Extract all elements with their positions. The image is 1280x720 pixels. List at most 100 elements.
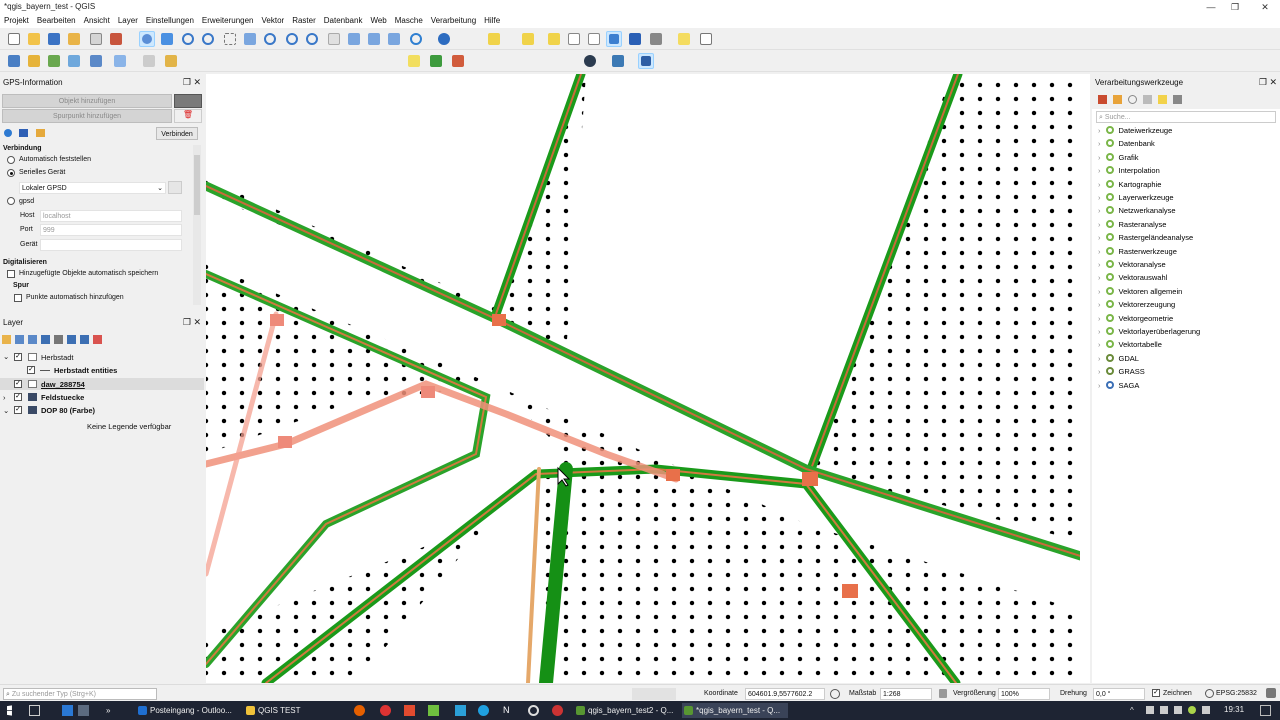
chevron-right-icon[interactable]: › [1098,327,1101,336]
map-tips-icon[interactable] [676,31,692,47]
processing-provider-item[interactable]: › Vektoren allgemein [1098,286,1182,299]
filter-expression-icon[interactable] [54,335,63,344]
dop-visibility-checkbox[interactable]: ✓ [14,406,22,414]
pan-map-icon[interactable] [139,31,155,47]
expand-all-icon[interactable] [67,335,76,344]
menu-hilfe[interactable]: Hilfe [480,14,504,28]
style-manager-icon[interactable] [108,31,124,47]
zoom-last-icon[interactable] [326,31,342,47]
toggle-editing-icon[interactable] [141,53,157,69]
notifications-icon[interactable] [1260,705,1271,716]
zoom-in-icon[interactable] [180,31,196,47]
processing-provider-item[interactable]: › Grafik [1098,152,1139,165]
chevron-right-icon[interactable]: › [1098,273,1101,282]
python-icon[interactable] [610,53,626,69]
layer-name-feldstuecke[interactable]: Feldstuecke [41,393,84,402]
firefox-icon[interactable] [354,705,365,716]
gpsd-radio[interactable] [7,197,15,205]
chevron-right-icon[interactable]: › [1098,139,1101,148]
chevron-right-icon[interactable]: › [1098,314,1101,323]
rotation-field[interactable]: 0,0 ° [1093,688,1145,700]
gps-globe-icon[interactable] [582,53,598,69]
chevron-right-icon[interactable]: › [1098,233,1101,242]
processing-provider-item[interactable]: › Datenbank [1098,139,1155,151]
processing-panel-controls[interactable]: ❐ ✕ [1259,77,1277,88]
pan-to-selection-icon[interactable] [159,31,175,47]
menu-einstellungen[interactable]: Einstellungen [142,14,198,28]
deselect-icon[interactable] [546,31,562,47]
close-button[interactable]: ✕ [1242,0,1280,14]
task-outlook[interactable]: Posteingang - Outloo... [136,703,240,718]
text-annotation-icon[interactable] [698,31,714,47]
signal-chart-icon[interactable] [19,129,28,137]
herbstadt-entities-checkbox[interactable]: ✓ [27,366,35,374]
manage-map-themes-icon[interactable] [28,335,37,344]
history-icon[interactable] [1128,95,1137,104]
open-project-icon[interactable] [26,31,42,47]
notepad-icon[interactable] [428,705,439,716]
chevron-right-icon[interactable]: › [1098,300,1101,309]
chrome-icon[interactable] [380,705,391,716]
processing-provider-item[interactable]: › GRASS [1098,367,1145,379]
chevron-down-icon[interactable]: ⌄ [3,352,9,361]
task-qgis-bayern-test-active[interactable]: *qgis_bayern_test - Q... [682,703,788,718]
auto-add-points-checkbox[interactable] [14,294,22,302]
feldstuecke-visibility-checkbox[interactable]: ✓ [14,393,22,401]
zoom-next-icon[interactable] [346,31,362,47]
chevron-right-icon[interactable]: › [1098,220,1101,229]
chevron-right-icon[interactable]: › [1098,166,1101,175]
collapse-all-icon[interactable] [80,335,89,344]
options-wrench-icon[interactable] [36,129,45,137]
menu-datenbank[interactable]: Datenbank [320,14,367,28]
network-icon[interactable] [1146,706,1154,714]
delete-track-icon[interactable]: 🗑 [174,109,202,123]
chevron-right-icon[interactable]: › [1098,367,1101,376]
overflow-chevron-icon[interactable]: » [106,706,110,715]
pencil-edit-icon[interactable] [163,53,179,69]
layer-name-dop80[interactable]: DOP 80 (Farbe) [41,406,95,415]
add-feature-button[interactable]: Objekt hinzufügen [2,94,172,108]
zoom-full-icon[interactable] [242,31,258,47]
select-features-icon[interactable] [486,31,502,47]
update-icon[interactable] [1188,706,1196,714]
daw-visibility-checkbox[interactable]: ✓ [14,380,22,388]
render-checkbox[interactable]: ✓ [1152,689,1160,697]
auto-detect-radio[interactable] [7,156,15,164]
chevron-right-icon[interactable]: › [1098,354,1101,363]
processing-provider-item[interactable]: › Kartographie [1098,179,1161,192]
zoom-rubberband-icon[interactable] [222,31,238,47]
task-view-icon[interactable] [29,705,40,716]
data-source-manager-icon[interactable] [6,53,22,69]
identify-icon[interactable] [436,31,452,47]
save-project-icon[interactable] [46,31,62,47]
processing-provider-item[interactable]: › Rasteranalyse [1098,219,1166,232]
chevron-right-icon[interactable]: › [1098,206,1101,215]
refresh-devices-button[interactable] [168,181,182,194]
lock-icon[interactable] [939,689,947,698]
track-color-swatch[interactable] [174,94,202,108]
processing-search-input[interactable]: ⌕ Suche... [1096,111,1276,123]
chevron-right-icon[interactable]: › [1098,381,1101,390]
add-vector-layer-icon[interactable] [46,53,62,69]
edit-features-icon[interactable] [1158,95,1167,104]
label-tool-icon[interactable] [406,53,422,69]
measure-icon[interactable] [648,31,664,47]
add-trackpoint-button[interactable]: Spurpunkt hinzufügen [2,109,172,123]
processing-toolbox-icon[interactable] [606,31,622,47]
telegram-icon[interactable] [478,705,489,716]
select-by-value-icon[interactable] [520,31,536,47]
zoom-selection-icon[interactable] [262,31,278,47]
help-icon[interactable] [638,53,654,69]
connection-section-header[interactable]: Verbindung [3,145,42,152]
scale-field[interactable]: 1:268 [880,688,932,700]
processing-provider-item[interactable]: › Vektorerzeugung [1098,300,1175,312]
layer-name-herbstadt[interactable]: Herbstadt [41,353,74,362]
chevron-right-icon[interactable]: › [1098,180,1101,189]
filter-legend-icon[interactable] [41,335,50,344]
new-project-icon[interactable] [6,31,22,47]
remove-layer-icon[interactable] [93,335,102,344]
chevron-right-icon[interactable]: › [1098,153,1101,162]
map-canvas[interactable] [206,74,1090,683]
menu-masche[interactable]: Masche [391,14,427,28]
menu-bearbeiten[interactable]: Bearbeiten [33,14,80,28]
